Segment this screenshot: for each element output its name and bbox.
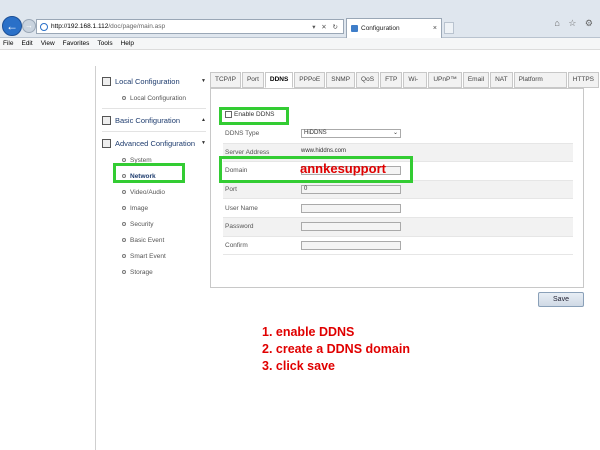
tab-nat[interactable]: NAT bbox=[490, 72, 513, 88]
sidebar-item-image[interactable]: Image bbox=[102, 200, 206, 216]
tab-qos[interactable]: QoS bbox=[356, 72, 380, 88]
ddns-form: DDNS Type HiDDNS ⌄ Server Address www.hi… bbox=[223, 125, 573, 256]
tab-email[interactable]: Email bbox=[462, 72, 490, 88]
password-label: Password bbox=[225, 223, 254, 231]
tab-port[interactable]: Port bbox=[241, 72, 264, 88]
user-name-label: User Name bbox=[225, 204, 258, 212]
browser-toolbar-icons[interactable]: ⌂ ☆ ⚙ bbox=[554, 18, 596, 29]
tab-ddns[interactable]: DDNS bbox=[264, 72, 294, 88]
ddns-type-label: DDNS Type bbox=[225, 130, 260, 138]
address-bar[interactable]: http://192.168.1.112 /doc/page/main.asp … bbox=[36, 19, 344, 34]
address-controls[interactable]: ▾ ✕ ↻ bbox=[312, 23, 340, 31]
tab-pppoe[interactable]: PPPoE bbox=[294, 72, 326, 88]
menu-help[interactable]: Help bbox=[121, 40, 134, 47]
sidebar-item-video-audio[interactable]: Video/Audio bbox=[102, 184, 206, 200]
instruction-step-3: 3. click save bbox=[262, 359, 335, 373]
tab-ftp[interactable]: FTP bbox=[380, 72, 403, 88]
bullet-icon bbox=[122, 270, 126, 274]
sidebar-section-local[interactable]: Local Configuration ▼ bbox=[102, 72, 206, 90]
sidebar-item-storage[interactable]: Storage bbox=[102, 264, 206, 280]
chevron-down-icon: ▼ bbox=[201, 140, 206, 146]
bullet-icon bbox=[122, 190, 126, 194]
ddns-type-value: HiDDNS bbox=[304, 130, 327, 137]
tab-platform-access[interactable]: Platform Access bbox=[513, 72, 567, 97]
menu-edit[interactable]: Edit bbox=[21, 40, 32, 47]
chevron-up-icon: ▲ bbox=[201, 117, 206, 123]
tab-upnp[interactable]: UPnP™ bbox=[428, 72, 462, 88]
network-tabs: TCP/IP Port DDNS PPPoE SNMP QoS FTP Wi-F… bbox=[210, 72, 600, 97]
instruction-steps: 1. enable DDNS 2. create a DDNS domain 3… bbox=[262, 324, 410, 375]
bullet-icon bbox=[122, 238, 126, 242]
instruction-step-2: 2. create a DDNS domain bbox=[262, 342, 410, 356]
bullet-icon bbox=[122, 96, 126, 100]
close-icon[interactable]: × bbox=[433, 25, 437, 32]
sidebar-item-label: Image bbox=[130, 204, 149, 212]
monitor-icon bbox=[102, 76, 111, 86]
menu-file[interactable]: File bbox=[3, 40, 13, 47]
confirm-row: Confirm bbox=[223, 237, 573, 256]
tab-title: Configuration bbox=[361, 25, 400, 32]
confirm-label: Confirm bbox=[225, 241, 248, 249]
sidebar-item-label: Security bbox=[130, 220, 154, 228]
highlight-network bbox=[113, 163, 185, 183]
sidebar-item-label: Video/Audio bbox=[130, 188, 165, 196]
tab-https[interactable]: HTTPS bbox=[567, 72, 599, 88]
port-label: Port bbox=[225, 186, 237, 194]
divider bbox=[102, 108, 206, 109]
forward-arrow-icon[interactable]: → bbox=[22, 19, 36, 33]
port-row: Port 0 bbox=[223, 180, 573, 200]
chevron-down-icon: ⌄ bbox=[392, 130, 398, 137]
server-address-label: Server Address bbox=[225, 148, 270, 156]
bullet-icon bbox=[122, 206, 126, 210]
ddns-type-select[interactable]: HiDDNS ⌄ bbox=[301, 129, 401, 139]
sidebar-section-advanced[interactable]: Advanced Configuration ▼ bbox=[102, 134, 206, 152]
sidebar-section-basic[interactable]: Basic Configuration ▲ bbox=[102, 111, 206, 129]
tab-tcp-ip[interactable]: TCP/IP bbox=[210, 72, 241, 88]
tab-wifi[interactable]: Wi-Fi bbox=[403, 72, 428, 97]
sidebar-item-local-configuration[interactable]: Local Configuration bbox=[102, 90, 206, 106]
password-row: Password bbox=[223, 217, 573, 237]
ddns-type-row: DDNS Type HiDDNS ⌄ bbox=[223, 125, 573, 144]
page-frame-divider bbox=[95, 66, 96, 450]
user-name-input[interactable] bbox=[301, 203, 401, 213]
menu-favorites[interactable]: Favorites bbox=[63, 40, 90, 47]
bullet-icon bbox=[122, 254, 126, 258]
domain-annotation: annkesupport bbox=[300, 161, 386, 176]
sidebar-item-basic-event[interactable]: Basic Event bbox=[102, 232, 206, 248]
divider bbox=[102, 131, 206, 132]
instruction-step-1: 1. enable DDNS bbox=[262, 325, 355, 339]
browser-chrome: ← → http://192.168.1.112 /doc/page/main.… bbox=[0, 0, 600, 38]
menu-bar: File Edit View Favorites Tools Help bbox=[0, 38, 600, 50]
sidebar-section-label: Local Configuration bbox=[115, 76, 180, 86]
new-tab-button[interactable] bbox=[444, 22, 454, 34]
bullet-icon bbox=[122, 158, 126, 162]
ie-logo-icon bbox=[40, 22, 48, 31]
sidebar-item-label: Local Configuration bbox=[130, 94, 187, 102]
sidebar-section-label: Advanced Configuration bbox=[115, 138, 196, 148]
port-input[interactable]: 0 bbox=[301, 185, 401, 195]
highlight-enable-ddns bbox=[219, 107, 289, 125]
sidebar-section-label: Basic Configuration bbox=[115, 115, 181, 125]
bullet-icon bbox=[122, 222, 126, 226]
sidebar-item-label: Storage bbox=[130, 268, 153, 276]
url-path: /doc/page/main.asp bbox=[108, 23, 166, 30]
confirm-input[interactable] bbox=[301, 240, 401, 250]
save-button[interactable]: Save bbox=[538, 292, 584, 307]
sidebar-item-label: Smart Event bbox=[130, 252, 166, 260]
document-icon bbox=[102, 115, 111, 125]
user-name-row: User Name bbox=[223, 199, 573, 218]
sidebar-item-security[interactable]: Security bbox=[102, 216, 206, 232]
wrench-icon bbox=[102, 138, 111, 148]
page-favicon-icon bbox=[351, 25, 358, 32]
browser-tab[interactable]: Configuration × bbox=[346, 18, 442, 38]
back-arrow-icon[interactable]: ← bbox=[2, 16, 22, 36]
chevron-down-icon: ▼ bbox=[201, 78, 206, 84]
sidebar-item-smart-event[interactable]: Smart Event bbox=[102, 248, 206, 264]
menu-view[interactable]: View bbox=[41, 40, 55, 47]
tab-snmp[interactable]: SNMP bbox=[326, 72, 356, 88]
sidebar-item-label: Basic Event bbox=[130, 236, 165, 244]
password-input[interactable] bbox=[301, 222, 401, 232]
url-host: http://192.168.1.112 bbox=[51, 23, 109, 30]
menu-tools[interactable]: Tools bbox=[97, 40, 112, 47]
